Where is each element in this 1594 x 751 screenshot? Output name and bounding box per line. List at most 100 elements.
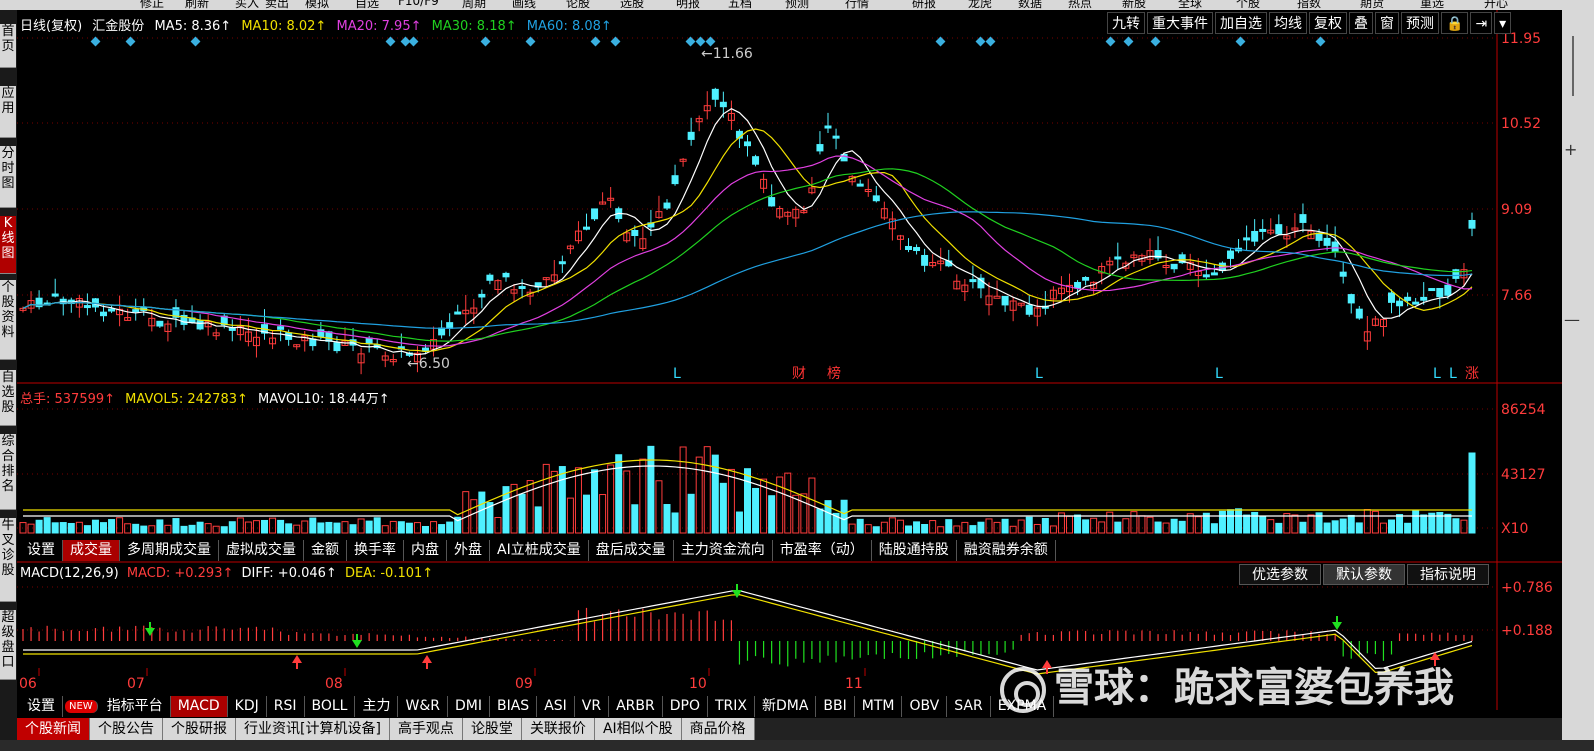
- volume-tab-13[interactable]: 融资融券余额: [956, 540, 1056, 561]
- toolbar-item-12[interactable]: 五档: [728, 0, 752, 10]
- indicator-tab-0[interactable]: 设置: [20, 696, 63, 717]
- indicator-tab-10[interactable]: BIAS: [489, 696, 538, 717]
- indicator-tab-17[interactable]: BBI: [816, 696, 855, 717]
- indicator-tab-12[interactable]: VR: [574, 696, 610, 717]
- toolbar-item-25[interactable]: 开心: [1484, 0, 1508, 10]
- toolbar-item-0[interactable]: 修正: [140, 0, 164, 10]
- toolbar-item-18[interactable]: 热点: [1068, 0, 1092, 10]
- indicator-tab-5[interactable]: RSI: [266, 696, 305, 717]
- bottom-nav-4[interactable]: 高手观点: [389, 718, 463, 740]
- volume-tab-3[interactable]: 虚拟成交量: [219, 540, 304, 561]
- volume-tab-7[interactable]: 外盘: [447, 540, 490, 561]
- toolbar-item-7[interactable]: 周期: [462, 0, 486, 10]
- bottom-nav-6[interactable]: 关联报价: [521, 718, 595, 740]
- volume-tab-2[interactable]: 多周期成交量: [120, 540, 219, 561]
- toolbar-item-3[interactable]: 卖出: [265, 0, 289, 10]
- price-tool-6[interactable]: 窗: [1375, 12, 1399, 34]
- volume-bar: [365, 520, 373, 534]
- sidebar-item-4[interactable]: 个股资料: [0, 280, 16, 360]
- indicator-tab-7[interactable]: 主力: [355, 696, 399, 717]
- sidebar-item-8[interactable]: 超级盘口: [0, 610, 16, 680]
- period-label[interactable]: 日线(复权): [20, 19, 82, 34]
- indicator-tab-19[interactable]: OBV: [902, 696, 948, 717]
- sidebar-item-7[interactable]: 牛叉诊股: [0, 518, 16, 602]
- indicator-tab-15[interactable]: TRIX: [707, 696, 755, 717]
- price-tool-7[interactable]: 预测: [1401, 12, 1439, 34]
- bottom-nav-5[interactable]: 论股堂: [462, 718, 522, 740]
- indicator-tab-8[interactable]: W&R: [398, 696, 448, 717]
- sidebar-item-5[interactable]: 自选股: [0, 370, 16, 426]
- sidebar-item-6[interactable]: 综合排名: [0, 434, 16, 510]
- volume-tab-11[interactable]: 市盈率（动）: [772, 540, 872, 561]
- right-sidebar[interactable]: + —: [1562, 10, 1594, 751]
- toolbar-item-16[interactable]: 龙虎: [968, 0, 992, 10]
- bottom-nav-8[interactable]: 商品价格: [681, 718, 755, 740]
- price-tool-2[interactable]: 加自选: [1215, 12, 1267, 34]
- toolbar-item-24[interactable]: 重选: [1420, 0, 1444, 10]
- bottom-nav-7[interactable]: AI相似个股: [594, 718, 682, 740]
- indicator-tab-16[interactable]: 新DMA: [754, 696, 817, 717]
- toolbar-item-10[interactable]: 选股: [620, 0, 644, 10]
- toolbar-item-20[interactable]: 全球: [1178, 0, 1202, 10]
- volume-tab-12[interactable]: 陆股通持股: [871, 540, 957, 561]
- sidebar-item-0[interactable]: 首页: [0, 24, 16, 68]
- indicator-tab-11[interactable]: ASI: [537, 696, 575, 717]
- indicator-tab-9[interactable]: DMI: [447, 696, 490, 717]
- price-tool-1[interactable]: 重大事件: [1147, 12, 1213, 34]
- volume-tab-0[interactable]: 设置: [20, 540, 63, 561]
- toolbar-item-21[interactable]: 个股: [1236, 0, 1260, 10]
- sidebar-item-1[interactable]: 应用: [0, 86, 16, 138]
- sidebar-item-3[interactable]: K线图: [0, 216, 16, 274]
- indicator-tab-2[interactable]: 指标平台: [99, 696, 171, 717]
- indicator-tab-6[interactable]: BOLL: [304, 696, 356, 717]
- toolbar-item-14[interactable]: 行情: [845, 0, 869, 10]
- toolbar-item-22[interactable]: 指数: [1297, 0, 1321, 10]
- price-tool-8[interactable]: 🔒: [1441, 12, 1469, 34]
- price-tool-3[interactable]: 均线: [1269, 12, 1307, 34]
- bottom-nav-0[interactable]: 个股新闻: [17, 718, 90, 740]
- indicator-tab-18[interactable]: MTM: [854, 696, 903, 717]
- toolbar-item-13[interactable]: 预测: [785, 0, 809, 10]
- price-tool-9[interactable]: ⇥: [1470, 12, 1493, 34]
- toolbar-item-17[interactable]: 数据: [1018, 0, 1042, 10]
- toolbar-item-19[interactable]: 新股: [1122, 0, 1146, 10]
- indicator-tab-13[interactable]: ARBR: [609, 696, 663, 717]
- chart-area[interactable]: 11.9510.529.097.668625443127X10+0.786+0.…: [17, 10, 1562, 718]
- volume-tab-1[interactable]: 成交量: [63, 540, 120, 561]
- price-tool-5[interactable]: 叠: [1349, 12, 1373, 34]
- candle-body: [663, 202, 671, 209]
- volume-tab-8[interactable]: AI立桩成交量: [490, 540, 589, 561]
- volume-tab-6[interactable]: 内盘: [404, 540, 447, 561]
- macd-button-0[interactable]: 优选参数: [1239, 564, 1321, 585]
- macd-button-2[interactable]: 指标说明: [1407, 564, 1489, 585]
- price-tool-4[interactable]: 复权: [1309, 12, 1347, 34]
- volume-bar: [212, 525, 220, 534]
- toolbar-item-6[interactable]: F10/F9: [398, 0, 439, 8]
- bottom-nav-3[interactable]: 行业资讯[计算机设备]: [236, 718, 390, 740]
- indicator-tab-1[interactable]: NEW: [65, 700, 98, 713]
- sidebar-item-2[interactable]: 分时图: [0, 146, 16, 208]
- macd-button-1[interactable]: 默认参数: [1323, 564, 1405, 585]
- toolbar-item-23[interactable]: 期货: [1360, 0, 1384, 10]
- toolbar-item-1[interactable]: 刷新: [185, 0, 209, 10]
- volume-tab-5[interactable]: 换手率: [347, 540, 404, 561]
- bottom-nav-2[interactable]: 个股研报: [163, 718, 236, 740]
- price-tool-10[interactable]: ▾: [1494, 12, 1512, 34]
- toolbar-item-15[interactable]: 研报: [912, 0, 936, 10]
- indicator-tab-14[interactable]: DPO: [662, 696, 708, 717]
- toolbar-item-9[interactable]: 论股: [566, 0, 590, 10]
- bottom-nav-1[interactable]: 个股公告: [90, 718, 163, 740]
- toolbar-item-2[interactable]: 买入: [235, 0, 259, 10]
- toolbar-item-11[interactable]: 明报: [676, 0, 700, 10]
- toolbar-item-8[interactable]: 画线: [512, 0, 536, 10]
- price-tool-0[interactable]: 九转: [1107, 12, 1145, 34]
- indicator-tab-20[interactable]: SAR: [947, 696, 991, 717]
- volume-tab-9[interactable]: 盘后成交量: [588, 540, 674, 561]
- toolbar-item-4[interactable]: 模拟: [305, 0, 329, 10]
- volume-tab-10[interactable]: 主力资金流向: [673, 540, 773, 561]
- indicator-tab-3[interactable]: MACD: [170, 696, 228, 717]
- indicator-tab-4[interactable]: KDJ: [227, 696, 267, 717]
- volume-tab-4[interactable]: 金额: [304, 540, 347, 561]
- top-toolbar[interactable]: 修正 刷新 买入 卖出 模拟 自选 F10/F9 周期 画线 论股 选股 明报 五档 预测 行情 研报 龙虎 数据…: [0, 0, 1594, 10]
- toolbar-item-5[interactable]: 自选: [355, 0, 379, 10]
